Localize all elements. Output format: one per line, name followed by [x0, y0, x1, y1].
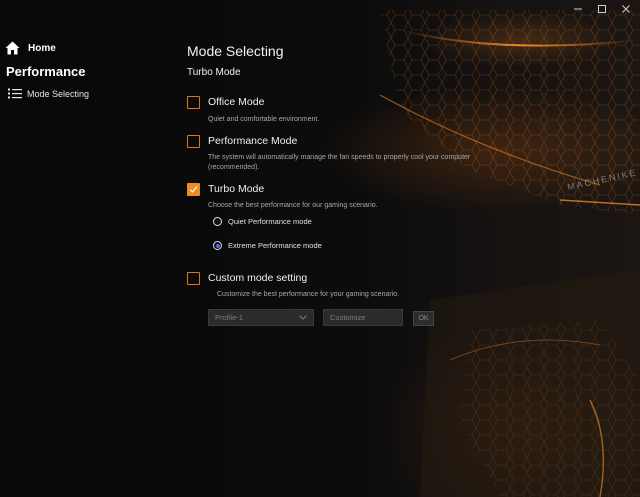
- close-button[interactable]: [613, 2, 639, 16]
- close-icon: [622, 5, 630, 13]
- turbo-mode-checkbox[interactable]: [187, 183, 200, 196]
- list-icon: [8, 88, 22, 99]
- maximize-icon: [598, 5, 606, 13]
- performance-mode-label: Performance Mode: [208, 135, 298, 147]
- performance-mode-description-line2: (recommended).: [208, 164, 260, 171]
- section-title: Turbo Mode: [187, 67, 241, 78]
- quiet-performance-radio[interactable]: Quiet Performance mode: [213, 217, 312, 226]
- profile-dropdown-value: Profile-1: [215, 313, 243, 322]
- office-mode-description: Quiet and comfortable environment.: [208, 116, 320, 123]
- profile-dropdown[interactable]: Profile-1: [208, 309, 314, 326]
- sidebar-section-title: Performance: [6, 64, 86, 79]
- office-mode-label: Office Mode: [208, 96, 265, 108]
- office-mode-checkbox[interactable]: [187, 96, 200, 109]
- sidebar-home[interactable]: Home: [5, 41, 56, 55]
- sidebar-item-label: Mode Selecting: [27, 88, 90, 99]
- sidebar-item-mode-selecting[interactable]: Mode Selecting: [8, 88, 89, 99]
- minimize-button[interactable]: [565, 2, 591, 16]
- radio-indicator: [213, 217, 222, 226]
- home-icon: [5, 41, 20, 55]
- radio-indicator-selected: [213, 241, 222, 250]
- quiet-performance-label: Quiet Performance mode: [228, 217, 312, 226]
- ok-button[interactable]: OK: [413, 311, 434, 326]
- maximize-button[interactable]: [589, 2, 615, 16]
- custom-mode-label: Custom mode setting: [208, 272, 308, 284]
- page-title: Mode Selecting: [187, 43, 284, 59]
- extreme-performance-radio[interactable]: Extreme Performance mode: [213, 241, 322, 250]
- minimize-icon: [574, 8, 582, 10]
- customize-input[interactable]: Customize: [323, 309, 403, 326]
- turbo-mode-description: Choose the best performance for our gami…: [208, 202, 378, 209]
- custom-mode-description: Customize the best performance for your …: [217, 291, 400, 298]
- app-window: MACHENIKE Home Performance Mode Selectin…: [0, 0, 640, 497]
- turbo-mode-label: Turbo Mode: [208, 183, 265, 195]
- chevron-down-icon: [299, 315, 307, 320]
- extreme-performance-label: Extreme Performance mode: [228, 241, 322, 250]
- brand-watermark: MACHENIKE: [566, 167, 638, 192]
- performance-mode-description-line1: The system will automatically manage the…: [208, 154, 471, 161]
- home-label: Home: [28, 42, 56, 54]
- custom-mode-checkbox[interactable]: [187, 272, 200, 285]
- checkmark-icon: [189, 186, 198, 193]
- performance-mode-checkbox[interactable]: [187, 135, 200, 148]
